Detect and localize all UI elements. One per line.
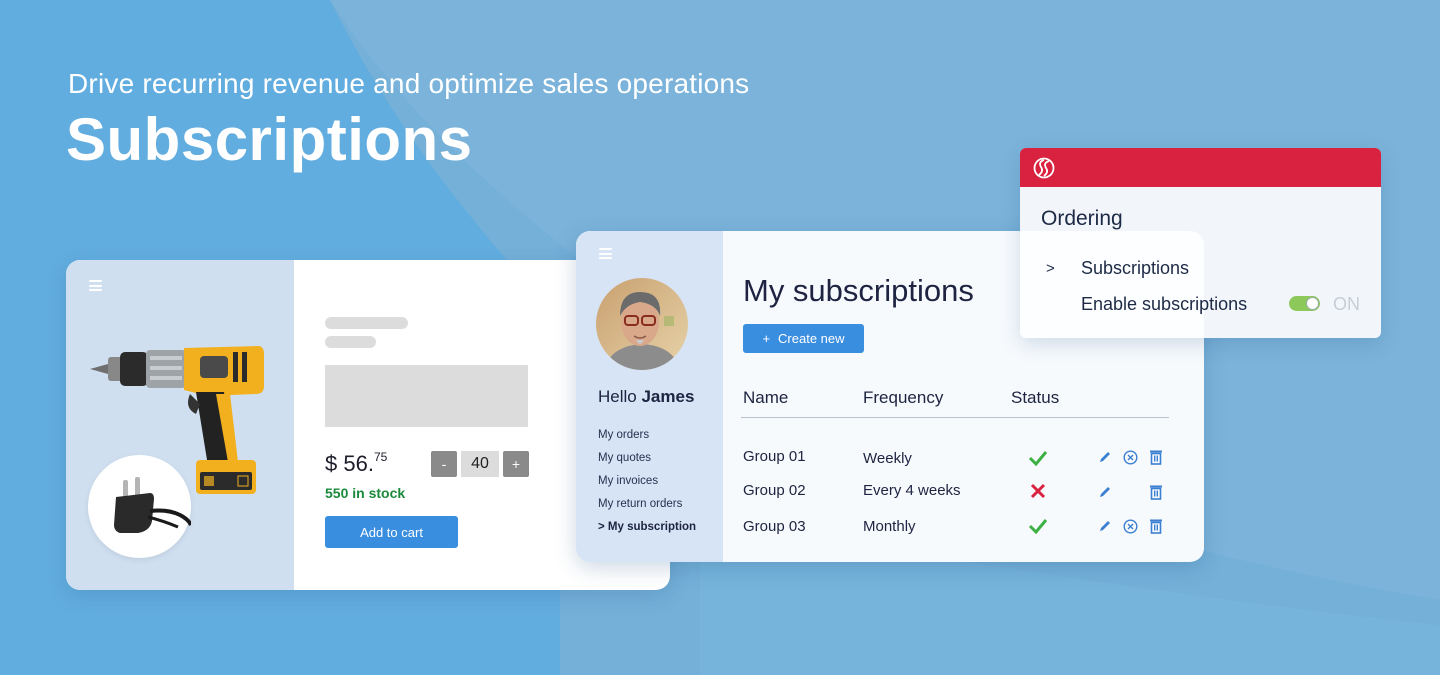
- panel-highlight: [1020, 231, 1204, 338]
- edit-icon[interactable]: [1098, 485, 1112, 499]
- row-name: Group 02: [743, 482, 806, 499]
- table-row: Group 01 Weekly: [576, 446, 1204, 470]
- row-name: Group 01: [743, 448, 806, 465]
- account-sidebar: Hello James My orders My quotes My invoi…: [576, 231, 723, 562]
- cancel-icon[interactable]: [1123, 519, 1138, 534]
- hamburger-icon[interactable]: [89, 280, 102, 291]
- row-frequency: Monthly: [863, 518, 916, 535]
- decrement-button[interactable]: -: [431, 451, 457, 477]
- delete-icon[interactable]: [1149, 484, 1163, 500]
- greeting-prefix: Hello: [598, 387, 642, 406]
- increment-button[interactable]: +: [503, 451, 529, 477]
- table-row: Group 03 Monthly: [576, 516, 1204, 540]
- quantity-stepper: - 40 +: [431, 451, 529, 477]
- delete-icon[interactable]: [1149, 449, 1163, 465]
- price-main: $ 56.: [325, 451, 374, 476]
- avatar: [596, 278, 688, 370]
- product-image-panel: [66, 260, 294, 590]
- nav-item-subscriptions[interactable]: Subscriptions: [1081, 258, 1189, 279]
- create-new-button[interactable]: + Create new: [743, 324, 864, 353]
- user-name: James: [641, 387, 695, 406]
- plug-icon: [114, 477, 193, 533]
- cancel-icon[interactable]: [1123, 450, 1138, 465]
- ss-logo-icon: [1033, 157, 1055, 179]
- panel-header: [1020, 148, 1381, 187]
- row-name: Group 03: [743, 518, 806, 535]
- hero-subtitle: Drive recurring revenue and optimize sal…: [68, 68, 750, 99]
- column-header-status: Status: [1011, 388, 1060, 407]
- hero-title: Subscriptions: [66, 106, 473, 173]
- title-skeleton: [325, 317, 408, 329]
- description-skeleton: [325, 365, 528, 427]
- edit-icon[interactable]: [1098, 450, 1112, 464]
- quantity-input[interactable]: 40: [461, 451, 499, 477]
- subtitle-skeleton: [325, 336, 376, 348]
- column-header-frequency: Frequency: [863, 388, 944, 407]
- page-title: My subscriptions: [743, 273, 974, 308]
- greeting: Hello James: [598, 387, 694, 407]
- plus-icon: +: [762, 331, 771, 346]
- hamburger-icon[interactable]: [599, 248, 612, 259]
- user-photo: [596, 278, 688, 370]
- panel-title: Ordering: [1041, 207, 1123, 230]
- x-icon: [1030, 483, 1046, 499]
- column-header-name: Name: [743, 388, 789, 407]
- chevron-right-icon: >: [1046, 260, 1055, 277]
- delete-icon[interactable]: [1149, 518, 1163, 534]
- toggle-knob: [1306, 297, 1319, 310]
- row-frequency: Weekly: [863, 450, 912, 467]
- add-to-cart-button[interactable]: Add to cart: [325, 516, 458, 548]
- plug-accessory-image: [88, 455, 193, 558]
- row-frequency: Every 4 weeks: [863, 482, 961, 499]
- ordering-panel: Ordering > Subscriptions Enable subscrip…: [1020, 148, 1381, 338]
- price-cents: 75: [373, 450, 388, 464]
- enable-subscriptions-toggle[interactable]: [1289, 296, 1320, 311]
- create-new-label: Create new: [778, 331, 845, 346]
- stock-status: 550 in stock: [325, 485, 406, 501]
- enable-subscriptions-label: Enable subscriptions: [1081, 294, 1248, 314]
- check-icon: [1028, 519, 1048, 534]
- header-divider: [741, 417, 1169, 418]
- toggle-state-label: ON: [1333, 294, 1360, 314]
- edit-icon[interactable]: [1098, 519, 1112, 533]
- price: $ 56.75: [325, 450, 387, 477]
- table-row: Group 02 Every 4 weeks: [576, 480, 1204, 504]
- check-icon: [1028, 451, 1048, 466]
